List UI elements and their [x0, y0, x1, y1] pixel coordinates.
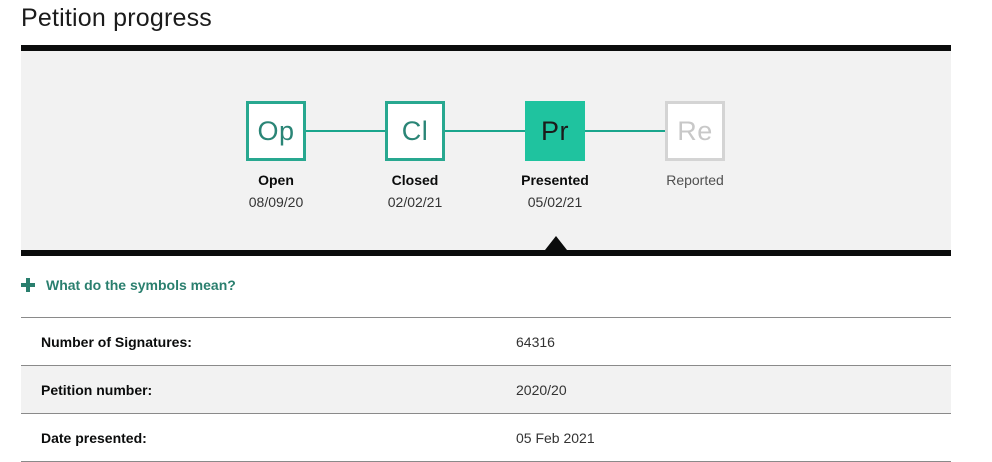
step-reported-icon: Re: [665, 101, 725, 161]
detail-label: Number of Signatures:: [41, 333, 192, 350]
step-presented-icon: Pr: [525, 101, 585, 161]
plus-icon: [21, 278, 35, 292]
page-title: Petition progress: [21, 4, 212, 32]
step-connector: [306, 130, 385, 132]
petition-details-table: Number of Signatures: 64316 Petition num…: [21, 317, 951, 462]
detail-value: 05 Feb 2021: [516, 429, 595, 446]
detail-row-petition-number: Petition number: 2020/20: [21, 366, 951, 414]
step-closed-label: Closed: [391, 172, 439, 188]
detail-label: Date presented:: [41, 429, 147, 446]
detail-row-date-presented: Date presented: 05 Feb 2021: [21, 414, 951, 462]
symbols-meaning-link[interactable]: What do the symbols mean?: [46, 277, 236, 293]
step-open-label: Open: [258, 172, 294, 188]
step-open-date: 08/09/20: [248, 194, 304, 210]
step-closed-icon: Cl: [385, 101, 445, 161]
detail-label: Petition number:: [41, 381, 153, 398]
step-presented-date: 05/02/21: [527, 194, 583, 210]
current-step-pointer: [545, 236, 567, 250]
step-connector: [445, 130, 525, 132]
detail-row-signatures: Number of Signatures: 64316: [21, 318, 951, 366]
detail-value: 2020/20: [516, 381, 567, 398]
symbols-meaning-toggle[interactable]: What do the symbols mean?: [21, 277, 236, 293]
step-reported-label: Reported: [666, 172, 724, 188]
step-presented-label: Presented: [521, 172, 589, 188]
step-open-icon: Op: [246, 101, 306, 161]
step-closed-date: 02/02/21: [387, 194, 443, 210]
petition-progress-tracker: [21, 45, 951, 256]
detail-value: 64316: [516, 333, 555, 350]
step-connector: [585, 130, 665, 132]
